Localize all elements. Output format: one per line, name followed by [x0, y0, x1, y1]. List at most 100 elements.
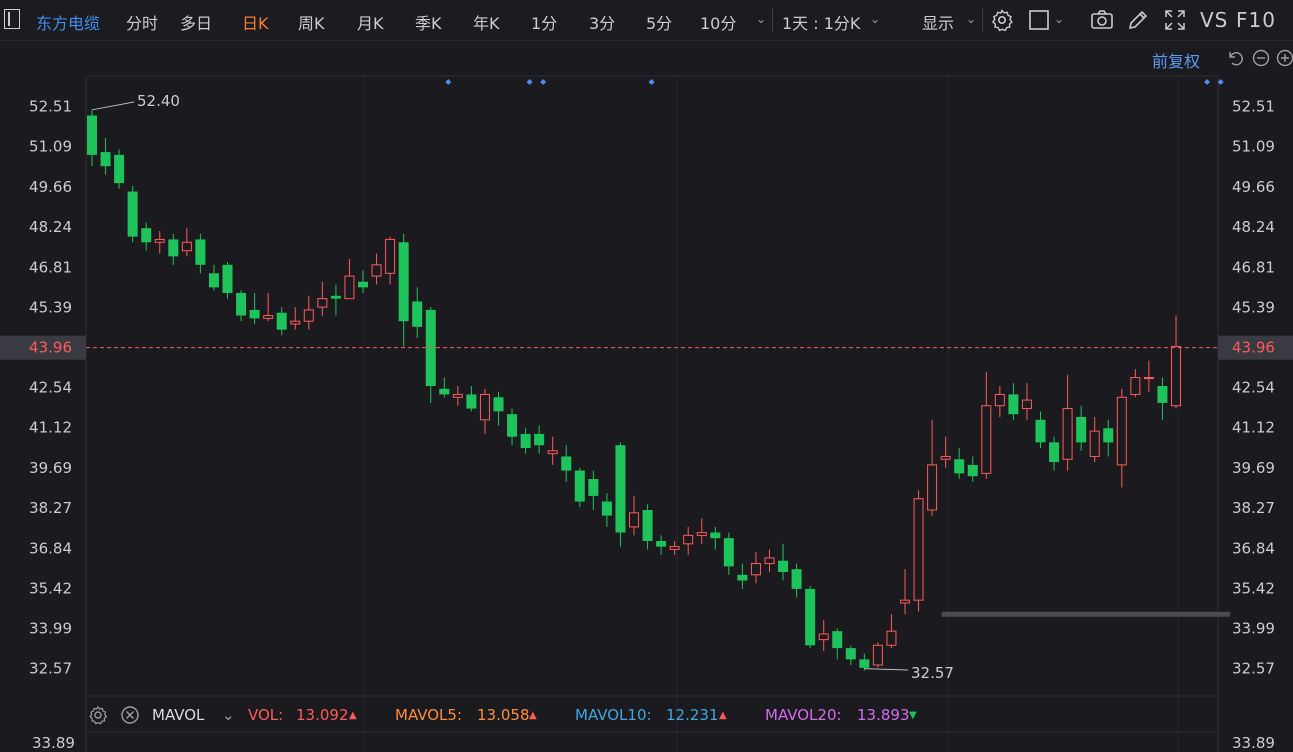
candle-body-down — [493, 397, 504, 412]
event-marker-icon — [445, 79, 452, 85]
candle-body-up — [913, 498, 924, 601]
candle-body-up — [452, 393, 463, 398]
candle-body-up — [479, 393, 490, 421]
y-tick-label-right: 52.51 — [1232, 98, 1275, 116]
candle-body-down — [534, 433, 545, 446]
candle-body-up — [872, 644, 883, 666]
y-tick-label-left: 49.66 — [29, 178, 72, 196]
event-marker-icon — [526, 79, 533, 85]
candle-body-up — [371, 264, 382, 277]
candle-body-up — [1089, 430, 1100, 457]
candle-body-down — [439, 388, 450, 395]
candle-body-up — [696, 532, 707, 536]
candle-body-down — [249, 309, 260, 319]
candle-body-down — [656, 541, 667, 547]
y-tick-label-left: 45.39 — [29, 298, 72, 316]
indicator-name[interactable]: MAVOL — [152, 706, 204, 724]
candle-body-up — [981, 405, 992, 474]
candle-body-down — [466, 394, 477, 409]
candle-body-up — [344, 275, 355, 300]
candle-body-down — [520, 433, 531, 448]
current-price-label-left: 43.96 — [29, 339, 72, 357]
chevron-down-icon[interactable]: ⌄ — [222, 706, 235, 724]
event-marker-icon — [540, 79, 547, 85]
candle-body-down — [100, 152, 111, 167]
candle-body-down — [1008, 394, 1019, 415]
y-tick-label-right: 35.42 — [1232, 579, 1275, 597]
support-line — [941, 611, 1231, 617]
y-tick-label-right: 39.69 — [1232, 459, 1275, 477]
mavol5-label: MAVOL5: — [395, 706, 463, 724]
candle-body-up — [263, 315, 274, 319]
event-marker-icon — [1217, 79, 1224, 85]
candle-body-down — [574, 470, 585, 502]
y-tick-label-left: 35.42 — [29, 579, 72, 597]
candle-body-down — [168, 239, 179, 257]
candle-body-up — [1021, 399, 1032, 410]
candle-body-down — [141, 228, 152, 243]
y-tick-label-right: 45.39 — [1232, 298, 1275, 316]
candle-body-up — [764, 557, 775, 565]
y-tick-label-left: 46.81 — [29, 258, 72, 276]
candle-body-down — [845, 648, 856, 660]
candle-body-down — [561, 456, 572, 471]
candlestick-chart[interactable]: 52.51 51.09 49.66 48.24 46.81 45.39 42.54 41.12… — [0, 0, 1293, 752]
y-tick-label-left: 48.24 — [29, 218, 72, 236]
event-marker-icon — [648, 79, 655, 85]
candle-body-down — [723, 538, 734, 567]
volume-axis-label-right: 33.89 — [1232, 734, 1275, 752]
y-tick-label-right: 48.24 — [1232, 218, 1275, 236]
candle-body-down — [330, 295, 341, 299]
candle-body-up — [994, 393, 1005, 407]
candle-body-up — [750, 563, 761, 576]
y-tick-label-left: 38.27 — [29, 499, 72, 517]
candle-body-down — [859, 659, 870, 668]
candle-body-down — [412, 301, 423, 327]
volume-axis-label-left: 33.89 — [32, 734, 75, 752]
y-tick-label-right: 42.54 — [1232, 379, 1275, 397]
y-tick-label-left: 41.12 — [29, 419, 72, 437]
y-tick-label-right: 49.66 — [1232, 178, 1275, 196]
low-annotation-line — [864, 668, 909, 671]
mavol10-value: 12.231 — [666, 706, 719, 724]
down-arrow-icon: ▼ — [909, 710, 917, 721]
up-arrow-icon: ▲ — [719, 710, 727, 721]
candle-body-up — [940, 455, 951, 460]
candle-body-up — [317, 298, 328, 308]
candle-body-up — [1143, 377, 1154, 380]
candle-body-up — [303, 309, 314, 322]
mavol20-value: 13.893 — [857, 706, 910, 724]
candle-body-up — [154, 238, 165, 243]
candle-body-up — [1130, 377, 1141, 395]
up-arrow-icon: ▲ — [349, 710, 357, 721]
y-tick-label-left: 42.54 — [29, 379, 72, 397]
candle-body-up — [818, 633, 829, 641]
candle-body-down — [236, 293, 247, 316]
candle-body-down — [967, 464, 978, 477]
candle-body-up — [629, 512, 639, 528]
candle-body-down — [710, 532, 721, 539]
candle-body-down — [1157, 386, 1168, 403]
high-annotation-line — [91, 101, 135, 111]
y-tick-label-left: 32.57 — [29, 660, 72, 678]
y-tick-label-left: 39.69 — [29, 459, 72, 477]
candle-body-up — [669, 546, 680, 550]
candle-body-up — [1171, 346, 1181, 407]
y-tick-label-right: 38.27 — [1232, 499, 1275, 517]
candle-body-down — [954, 459, 965, 474]
candle-body-down — [642, 510, 653, 541]
candle-body-down — [778, 560, 789, 572]
candle-body-down — [222, 264, 233, 293]
y-tick-label-left: 52.51 — [29, 98, 72, 116]
y-tick-label-left: 33.99 — [29, 620, 72, 638]
candle-body-up — [683, 534, 694, 545]
chart-frame — [85, 75, 1219, 752]
y-tick-label-right: 33.99 — [1232, 620, 1275, 638]
candle-body-down — [737, 574, 748, 581]
candle-body-up — [1116, 396, 1127, 466]
mavol10-label: MAVOL10: — [575, 706, 652, 724]
candle-body-up — [900, 599, 910, 604]
settings-icon[interactable] — [88, 705, 108, 725]
candle-body-down — [195, 239, 206, 265]
close-icon[interactable] — [120, 705, 140, 725]
